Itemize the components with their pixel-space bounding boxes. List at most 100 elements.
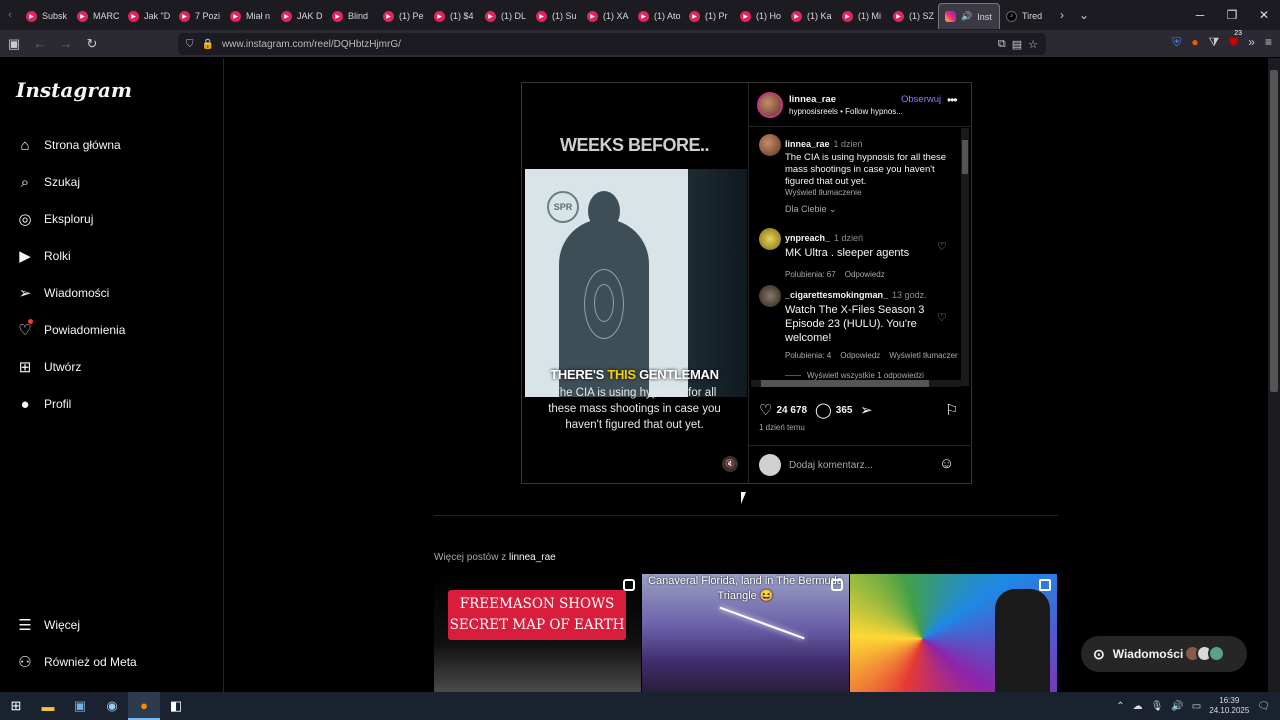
sidebar-item-avatar[interactable]: ● Profil (16, 392, 71, 416)
comment-username[interactable]: _cigarettesmokingman_ (785, 290, 888, 300)
emoji-icon[interactable]: ☺ (939, 455, 954, 472)
tab-youtube[interactable]: ▶ (1) Pe (377, 3, 428, 29)
firefox-icon[interactable]: ● (128, 692, 160, 720)
close-window-icon[interactable]: ✕ (1248, 0, 1280, 30)
follow-button[interactable]: Obserwuj (901, 94, 941, 105)
reply-button[interactable]: Odpowiedz (840, 351, 880, 360)
steam-icon[interactable]: ◉ (96, 692, 128, 720)
extensions-icon[interactable]: ⧩ (1209, 35, 1220, 50)
tab-youtube[interactable]: ▶ (1) SZ (887, 3, 938, 29)
windows-start-icon[interactable]: ⊞ (0, 692, 32, 720)
capcut-icon[interactable]: ◧ (160, 692, 192, 720)
tab-youtube[interactable]: ▶ (1) DL (479, 3, 530, 29)
clock[interactable]: 16:39 24.10.2025 (1209, 696, 1249, 716)
sidebar-item-plus[interactable]: ⊞ Utwórz (16, 355, 82, 379)
more-posts-username[interactable]: linnea_rae (509, 552, 556, 563)
comment-button[interactable]: ◯ 365 (815, 401, 852, 419)
sidebar-item-menu[interactable]: ☰ Więcej (16, 613, 80, 637)
sidebar-item-reels[interactable]: ▶ Rolki (16, 244, 70, 268)
sidebar-item-search[interactable]: ⌕ Szukaj (16, 170, 80, 194)
list-all-tabs-icon[interactable]: ⌄ (1073, 8, 1095, 22)
shield-icon[interactable]: ⛉ (186, 39, 194, 50)
tab-youtube[interactable]: ▶ (1) Ato (632, 3, 683, 29)
tab-tiktok[interactable]: ♪ Tired (1000, 3, 1051, 29)
tab-youtube[interactable]: ▶ Subsk (20, 3, 71, 29)
commenter-avatar[interactable] (759, 285, 781, 307)
bookmark-star-icon[interactable]: ☆ (1028, 38, 1038, 51)
like-button[interactable]: ♡ 24 678 (759, 401, 807, 419)
sidebar-toggle-icon[interactable]: ▣ (2, 36, 26, 52)
tab-scroll-left-icon[interactable]: ‹ (0, 9, 20, 21)
likes-count[interactable]: 24 678 (776, 405, 807, 416)
like-comment-icon[interactable]: ♡ (937, 240, 947, 253)
view-replies-link[interactable]: Wyświetl wszystkie 1 odpowiedzi (785, 371, 924, 380)
tab-youtube[interactable]: ▶ (1) Su (530, 3, 581, 29)
comment-input[interactable]: Dodaj komentarz... (789, 460, 873, 471)
tab-youtube[interactable]: ▶ Blind (326, 3, 377, 29)
comment-username[interactable]: ynpreach_ (785, 233, 830, 243)
comment-likes[interactable]: Polubienia: 67 (785, 270, 836, 279)
audio-attribution[interactable]: hypnosisreels • Follow hypnos... (789, 107, 903, 116)
tab-youtube[interactable]: ▶ (1) Ka (785, 3, 836, 29)
page-scrollbar[interactable] (1268, 58, 1280, 692)
file-explorer-icon[interactable]: ▬ (32, 692, 64, 720)
url-bar[interactable]: ⛉ 🔒 www.instagram.com/reel/DQHbtzHjmrG/ … (178, 33, 1046, 55)
tab-youtube[interactable]: ▶ Miał n (224, 3, 275, 29)
restore-icon[interactable]: ❐ (1216, 0, 1248, 30)
author-username[interactable]: linnea_rae (789, 94, 836, 105)
sidebar-item-home[interactable]: ⌂ Strona główna (16, 133, 120, 157)
post-thumbnail[interactable]: Canaveral Florida, land in The Bermuda T… (642, 574, 849, 692)
scrollbar-thumb[interactable] (761, 380, 929, 387)
volume-icon[interactable]: 🔊 (1171, 701, 1183, 712)
comments-horizontal-scrollbar[interactable] (751, 380, 961, 387)
scrollbar-thumb[interactable] (1270, 70, 1278, 392)
tab-instagram-active[interactable]: 🔊 Inst ✕ (938, 3, 1000, 29)
hamburger-menu-icon[interactable]: ≡ (1265, 35, 1272, 50)
tab-youtube[interactable]: ▶ (1) $4 (428, 3, 479, 29)
reader-view-icon[interactable]: ▤ (1012, 38, 1022, 51)
sidebar-item-compass[interactable]: ◎ Eksploruj (16, 207, 93, 231)
author-avatar[interactable] (757, 92, 783, 118)
tab-youtube[interactable]: ▶ MARC (71, 3, 122, 29)
sidebar-item-send[interactable]: ➢ Wiadomości (16, 281, 110, 305)
tab-scroll-right-icon[interactable]: › (1051, 8, 1073, 22)
url-text[interactable]: www.instagram.com/reel/DQHbtzHjmrG/ (222, 39, 401, 50)
more-options-icon[interactable]: ••• (947, 93, 958, 107)
ublock-icon[interactable]: ⛊ 23 (1229, 30, 1242, 50)
reel-video[interactable]: WEEKS BEFORE.. SPR THERE'S THIS GENTLEMA… (522, 83, 747, 483)
overflow-menu-icon[interactable]: » (1248, 35, 1255, 50)
tab-youtube[interactable]: ▶ (1) Ho (734, 3, 785, 29)
back-icon[interactable]: ← (28, 36, 52, 51)
tab-youtube[interactable]: ▶ (1) Mi (836, 3, 887, 29)
sidebar-item-meta[interactable]: ⚇ Również od Meta (16, 650, 136, 674)
tab-youtube[interactable]: ▶ Jak "D (122, 3, 173, 29)
minimize-icon[interactable]: ─ (1184, 0, 1216, 30)
lock-icon[interactable]: 🔒 (202, 39, 214, 50)
instagram-logo[interactable]: Instagram (16, 78, 132, 102)
tab-youtube[interactable]: ▶ (1) Pr (683, 3, 734, 29)
post-thumbnail[interactable]: FREEMASON SHOWS SECRET MAP OF EARTH (434, 574, 641, 692)
comments-scrollbar[interactable] (961, 128, 969, 386)
mute-toggle-icon[interactable]: 🔇 (722, 456, 738, 472)
sort-dropdown[interactable]: Dla Ciebie ⌄ (785, 204, 837, 215)
reload-icon[interactable]: ↻ (80, 36, 104, 52)
tab-youtube[interactable]: ▶ (1) XA (581, 3, 632, 29)
tab-youtube[interactable]: ▶ 7 Pozi (173, 3, 224, 29)
microphone-icon[interactable]: 🎙 (1151, 701, 1164, 712)
onedrive-icon[interactable]: ☁ (1133, 701, 1143, 712)
translate-link[interactable]: Wyświetl tłumaczer (889, 351, 957, 360)
notifications-icon[interactable]: 🗨 (1257, 701, 1270, 712)
messages-button[interactable]: ⊙ Wiadomości (1081, 636, 1247, 672)
speaker-icon[interactable]: 🔊 (961, 11, 972, 22)
reply-button[interactable]: Odpowiedz (845, 270, 885, 279)
picture-in-picture-icon[interactable]: ⧉ (998, 38, 1006, 51)
share-button[interactable]: ➢ (860, 401, 873, 419)
firefox-account-icon[interactable]: ● (1191, 35, 1198, 50)
network-icon[interactable]: ▭ (1192, 701, 1201, 712)
monitor-app-icon[interactable]: ▣ (64, 692, 96, 720)
tab-youtube[interactable]: ▶ JAK D (275, 3, 326, 29)
forward-icon[interactable]: → (54, 36, 78, 51)
comment-username[interactable]: linnea_rae (785, 139, 830, 149)
post-thumbnail[interactable] (850, 574, 1057, 692)
scrollbar-thumb[interactable] (962, 140, 968, 174)
